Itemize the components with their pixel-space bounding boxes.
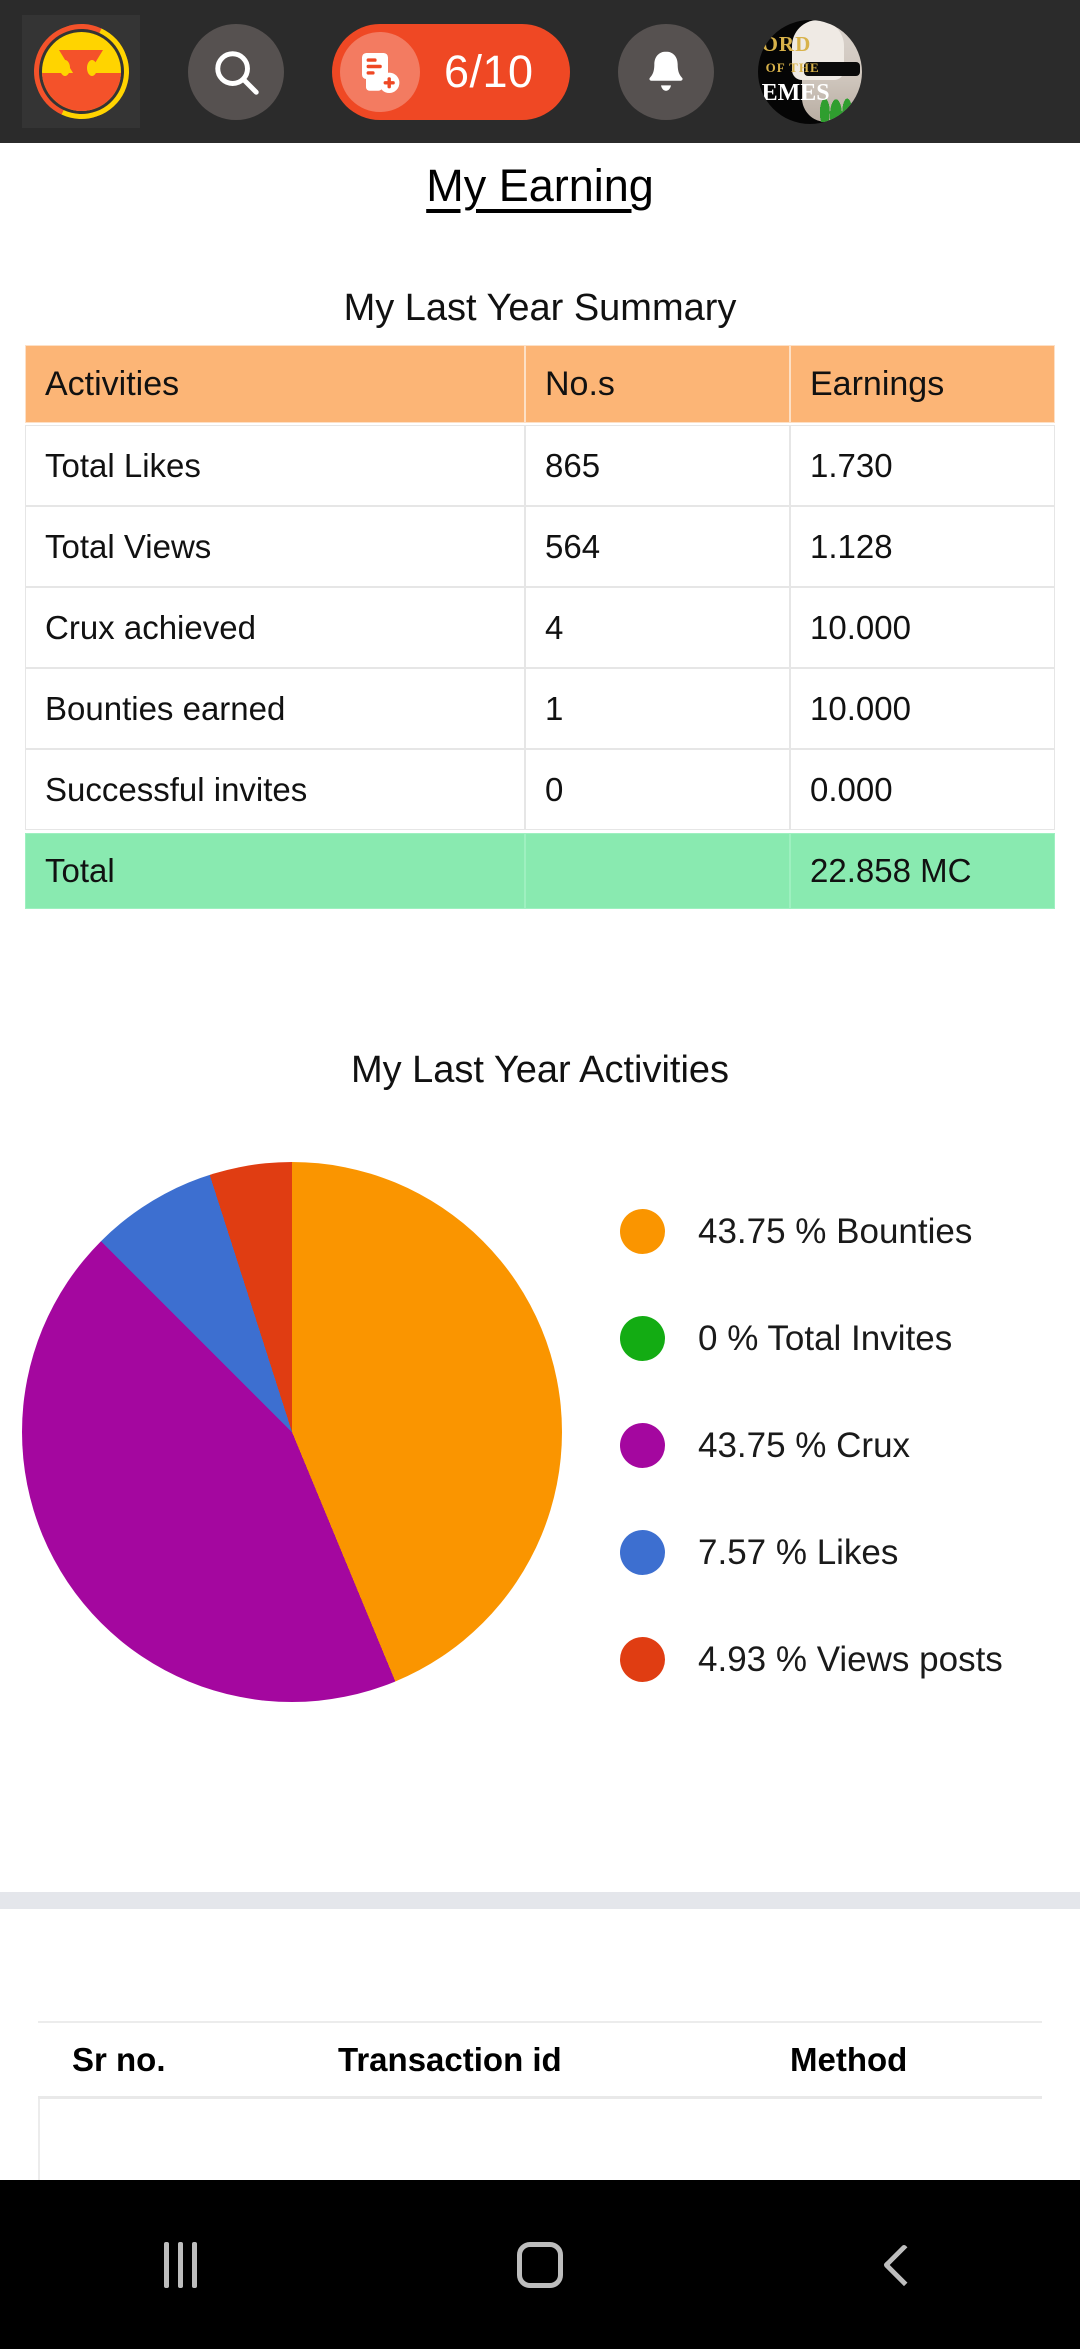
pie-chart-legend: 43.75 % Bounties 0 % Total Invites 43.75 %…	[620, 1178, 1060, 1713]
section-divider	[0, 1892, 1080, 1909]
app-logo-owl-icon	[20, 10, 142, 133]
legend-label: 43.75 % Bounties	[698, 1211, 973, 1251]
table-row: Total Views 564 1.128	[25, 506, 1055, 587]
table-row: Bounties earned 1 10.000	[25, 668, 1055, 749]
legend-item: 43.75 % Crux	[620, 1392, 1060, 1499]
notification-bell-icon	[641, 47, 691, 97]
app-screen: 6/10 ORD OF THE EMES My Earning My Last …	[0, 0, 1080, 2349]
cell-nos: 865	[525, 425, 790, 506]
summary-col-activities: Activities	[25, 345, 525, 423]
cell-nos: 0	[525, 749, 790, 830]
cell-activity: Bounties earned	[25, 668, 525, 749]
legend-color-swatch	[620, 1637, 665, 1682]
home-button[interactable]	[360, 2180, 720, 2349]
notifications-button[interactable]	[617, 23, 714, 120]
legend-item: 43.75 % Bounties	[620, 1178, 1060, 1285]
avatar-text-line-2: OF THE	[765, 59, 820, 75]
cell-earnings: 1.128	[790, 506, 1055, 587]
summary-total-row: Total 22.858 MC	[25, 833, 1055, 909]
page-title: My Earning	[426, 160, 654, 211]
cell-nos: 564	[525, 506, 790, 587]
cell-activity: Total Views	[25, 506, 525, 587]
summary-col-earnings: Earnings	[790, 345, 1055, 423]
search-icon	[209, 45, 263, 99]
back-icon	[882, 2243, 926, 2286]
transactions-header-row: Sr no. Transaction id Method	[38, 2021, 1042, 2099]
legend-label: 0 % Total Invites	[698, 1318, 953, 1358]
cell-nos: 1	[525, 668, 790, 749]
activities-heading: My Last Year Activities	[350, 1049, 730, 1091]
cell-activity: Successful invites	[25, 749, 525, 830]
top-app-bar: 6/10 ORD OF THE EMES	[0, 0, 1080, 143]
cell-total-nos	[525, 833, 790, 909]
legend-color-swatch	[620, 1316, 665, 1361]
transactions-col-transaction-id: Transaction id	[338, 2040, 562, 2078]
post-quota-count: 6/10	[444, 45, 534, 97]
cell-earnings: 10.000	[790, 668, 1055, 749]
create-post-button[interactable]: 6/10	[332, 23, 570, 120]
profile-avatar[interactable]: ORD OF THE EMES	[757, 19, 862, 124]
android-navigation-bar	[0, 2180, 1080, 2349]
summary-col-nos: No.s	[525, 345, 790, 423]
recents-button[interactable]	[0, 2180, 360, 2349]
cell-earnings: 0.000	[790, 749, 1055, 830]
app-logo-button[interactable]	[20, 10, 142, 133]
back-button[interactable]	[720, 2180, 1080, 2349]
legend-item: 0 % Total Invites	[620, 1285, 1060, 1392]
pie-chart-graphic	[22, 1162, 562, 1702]
cell-nos: 4	[525, 587, 790, 668]
legend-color-swatch	[620, 1209, 665, 1254]
summary-table: Activities No.s Earnings Total Likes 865…	[25, 345, 1055, 909]
table-row: Total Likes 865 1.730	[25, 425, 1055, 506]
table-row: Crux achieved 4 10.000	[25, 587, 1055, 668]
summary-table-header-row: Activities No.s Earnings	[25, 345, 1055, 423]
legend-item: 4.93 % Views posts	[620, 1606, 1060, 1713]
legend-item: 7.57 % Likes	[620, 1499, 1060, 1606]
cell-earnings: 1.730	[790, 425, 1055, 506]
home-icon	[517, 2241, 563, 2288]
legend-color-swatch	[620, 1423, 665, 1468]
cell-activity: Crux achieved	[25, 587, 525, 668]
table-row: Successful invites 0 0.000	[25, 749, 1055, 830]
recents-icon	[163, 2241, 197, 2288]
summary-heading: My Last Year Summary	[343, 287, 737, 329]
activities-pie-chart: 43.75 % Bounties 0 % Total Invites 43.75 %…	[0, 1140, 1080, 1720]
cell-total-label: Total	[25, 833, 525, 909]
cell-earnings: 10.000	[790, 587, 1055, 668]
avatar-text-line-1: ORD	[761, 31, 812, 56]
avatar-text-line-3: EMES	[761, 79, 830, 106]
transactions-col-sr-no: Sr no.	[72, 2040, 166, 2078]
legend-color-swatch	[620, 1530, 665, 1575]
legend-label: 7.57 % Likes	[698, 1532, 899, 1572]
cell-activity: Total Likes	[25, 425, 525, 506]
legend-label: 4.93 % Views posts	[698, 1639, 1003, 1679]
search-button[interactable]	[188, 23, 284, 120]
legend-label: 43.75 % Crux	[698, 1425, 911, 1465]
transactions-col-method: Method	[790, 2040, 908, 2078]
cell-total-earnings: 22.858 MC	[790, 833, 1055, 909]
add-post-icon	[340, 31, 420, 112]
